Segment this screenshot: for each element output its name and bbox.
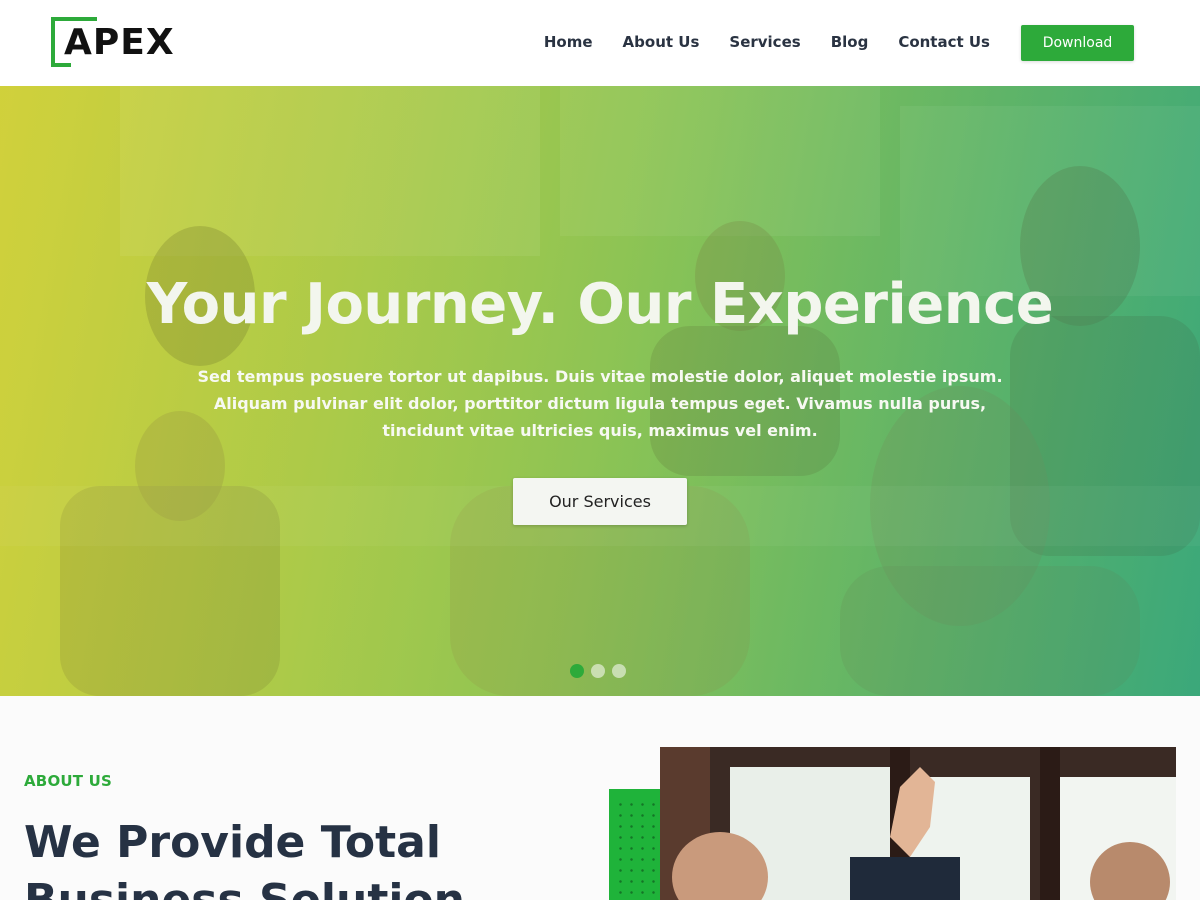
main-nav: Home About Us Services Blog Contact Us — [544, 31, 990, 53]
hero-subtitle: Sed tempus posuere tortor ut dapibus. Du… — [197, 367, 1003, 440]
logo-text: APEX — [64, 22, 175, 63]
download-button[interactable]: Download — [1021, 25, 1134, 61]
slider-pagination — [570, 664, 626, 678]
section-title: We Provide Total Business Solution — [24, 817, 465, 900]
hero-title: Your Journey. Our Experience — [146, 272, 1054, 337]
section-label: ABOUT US — [24, 772, 113, 790]
nav-services[interactable]: Services — [729, 31, 800, 53]
our-services-button[interactable]: Our Services — [513, 478, 687, 525]
nav-about-us[interactable]: About Us — [623, 31, 700, 53]
team-highfive-photo — [660, 747, 1176, 900]
nav-blog[interactable]: Blog — [831, 31, 869, 53]
decorative-dot-pattern — [615, 799, 659, 899]
nav-contact-us[interactable]: Contact Us — [898, 31, 990, 53]
slide-dot-1[interactable] — [570, 664, 584, 678]
slide-dot-3[interactable] — [612, 664, 626, 678]
site-header: APEX Home About Us Services Blog Contact… — [0, 0, 1200, 86]
logo[interactable]: APEX — [51, 17, 181, 69]
nav-home[interactable]: Home — [544, 31, 593, 53]
about-section: ABOUT US We Provide Total Business Solut… — [0, 696, 1200, 900]
slide-dot-2[interactable] — [591, 664, 605, 678]
